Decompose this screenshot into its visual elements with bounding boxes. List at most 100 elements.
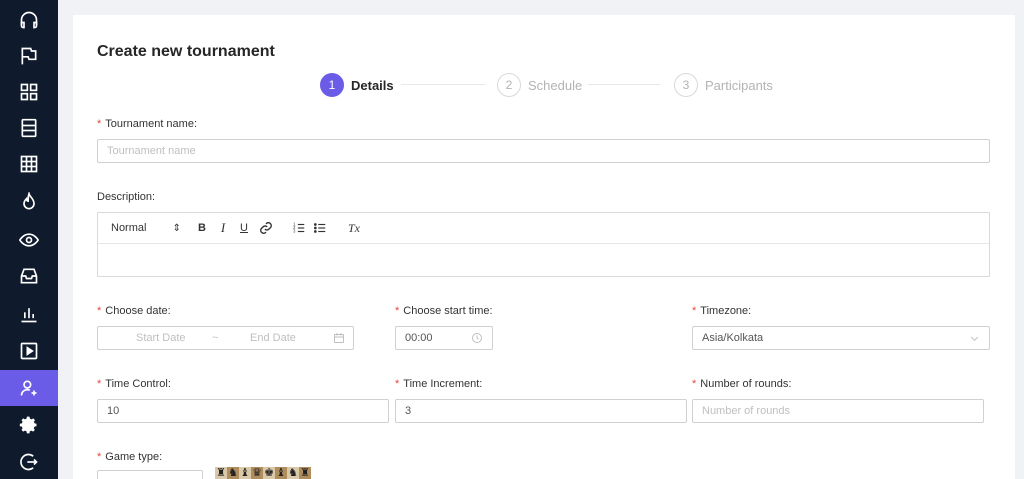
- nav-flag[interactable]: [0, 38, 58, 74]
- ordered-list-button[interactable]: 123: [292, 220, 306, 236]
- timezone-value: Asia/Kolkata: [702, 332, 764, 344]
- queen-icon: ♛: [251, 467, 263, 479]
- nav-grid[interactable]: [0, 74, 58, 110]
- bishop-icon: ♝: [239, 467, 251, 479]
- time-control-label: * Time Control:: [97, 378, 171, 390]
- required-marker: *: [97, 305, 102, 317]
- required-marker: *: [97, 451, 102, 463]
- required-marker: *: [97, 118, 102, 130]
- game-type-select[interactable]: [97, 470, 203, 479]
- step-number: 1: [320, 73, 344, 97]
- step-label: Schedule: [528, 77, 583, 93]
- inbox-icon: [20, 268, 38, 284]
- required-marker: *: [395, 378, 400, 390]
- required-marker: *: [692, 378, 697, 390]
- table-icon: [20, 155, 38, 173]
- step-label: Participants: [705, 77, 773, 93]
- nav-headphones[interactable]: [0, 2, 58, 38]
- page-title: Create new tournament: [97, 43, 275, 60]
- eye-icon: [19, 233, 39, 247]
- nav-play[interactable]: [0, 333, 58, 369]
- step-number: 3: [674, 73, 698, 97]
- play-icon: [20, 342, 38, 360]
- sidebar: [0, 0, 58, 479]
- nav-inbox[interactable]: [0, 258, 58, 294]
- server-icon: [21, 118, 37, 138]
- clock-icon: [472, 333, 482, 343]
- user-plus-icon: [20, 380, 37, 396]
- rook-icon: ♜: [299, 467, 311, 479]
- nav-flame[interactable]: [0, 184, 58, 220]
- header-select[interactable]: Normal ⇕: [111, 220, 181, 236]
- calendar-icon: [334, 333, 344, 343]
- bar-chart-icon: [21, 308, 37, 323]
- time-increment-label: * Time Increment:: [395, 378, 483, 390]
- nav-user-plus[interactable]: [0, 370, 58, 406]
- main-card: Create new tournament 1 Details 2 Schedu…: [73, 15, 1015, 479]
- italic-button[interactable]: I: [216, 220, 230, 236]
- placeholder: Number of rounds: [702, 405, 791, 417]
- required-marker: *: [97, 378, 102, 390]
- timezone-label: * Timezone:: [692, 305, 752, 317]
- knight-icon: ♞: [287, 467, 299, 479]
- step-participants[interactable]: 3 Participants: [674, 72, 773, 98]
- underline-button[interactable]: U: [237, 220, 251, 236]
- rook-icon: ♜: [215, 467, 227, 479]
- grid-icon: [20, 83, 38, 101]
- nav-gear[interactable]: [0, 407, 58, 443]
- start-time-input[interactable]: 00:00: [395, 326, 493, 350]
- bullet-list-icon: [313, 223, 326, 233]
- time-increment-input[interactable]: 3: [395, 399, 687, 423]
- nav-eye[interactable]: [0, 222, 58, 258]
- time-control-input[interactable]: 10: [97, 399, 389, 423]
- description-editor[interactable]: Normal ⇕ B I U 123 Tx: [97, 212, 990, 277]
- headphones-icon: [20, 11, 38, 29]
- step-schedule[interactable]: 2 Schedule: [497, 72, 582, 98]
- game-type-label: * Game type:: [97, 451, 163, 463]
- date-separator: ~: [212, 332, 219, 344]
- nav-table[interactable]: [0, 146, 58, 182]
- editor-toolbar: Normal ⇕ B I U 123 Tx: [98, 213, 989, 244]
- timezone-select[interactable]: Asia/Kolkata: [692, 326, 990, 350]
- start-time-value: 00:00: [405, 332, 433, 344]
- ordered-list-icon: 123: [293, 222, 305, 234]
- chevron-down-icon: [970, 336, 979, 341]
- link-button[interactable]: [259, 220, 273, 236]
- start-time-label: * Choose start time:: [395, 305, 493, 317]
- flag-icon: [21, 47, 37, 65]
- gear-icon: [19, 416, 37, 434]
- choose-date-label: * Choose date:: [97, 305, 171, 317]
- flame-icon: [23, 192, 35, 210]
- steps: 1 Details 2 Schedule 3 Participants: [320, 72, 780, 98]
- step-label: Details: [351, 77, 394, 93]
- knight-icon: ♞: [227, 467, 239, 479]
- rounds-input[interactable]: Number of rounds: [692, 399, 984, 423]
- bullet-list-button[interactable]: [313, 220, 327, 236]
- bishop-icon: ♝: [275, 467, 287, 479]
- nav-bar-chart[interactable]: [0, 296, 58, 332]
- nav-logout[interactable]: [0, 444, 58, 479]
- time-increment-value: 3: [405, 405, 412, 417]
- description-label: Description:: [97, 191, 156, 203]
- end-date-placeholder: End Date: [250, 332, 296, 344]
- step-details[interactable]: 1 Details: [320, 72, 394, 98]
- link-icon: [260, 222, 272, 234]
- king-icon: ♚: [263, 467, 275, 479]
- tournament-name-label: * Tournament name:: [97, 118, 198, 130]
- bold-button[interactable]: B: [195, 220, 209, 236]
- time-control-value: 10: [107, 405, 120, 417]
- tournament-name-input[interactable]: Tournament name: [97, 139, 990, 163]
- step-connector: [401, 84, 486, 85]
- required-marker: *: [395, 305, 400, 317]
- select-arrows-icon: ⇕: [172, 222, 181, 234]
- step-connector: [588, 84, 660, 85]
- nav-server[interactable]: [0, 110, 58, 146]
- placeholder: Tournament name: [107, 145, 196, 157]
- step-number: 2: [497, 73, 521, 97]
- svg-text:3: 3: [293, 229, 296, 234]
- rounds-label: * Number of rounds:: [692, 378, 792, 390]
- clear-format-button[interactable]: Tx: [346, 220, 362, 236]
- logout-icon: [20, 453, 38, 471]
- required-marker: *: [692, 305, 697, 317]
- date-range-picker[interactable]: Start Date ~ End Date: [97, 326, 354, 350]
